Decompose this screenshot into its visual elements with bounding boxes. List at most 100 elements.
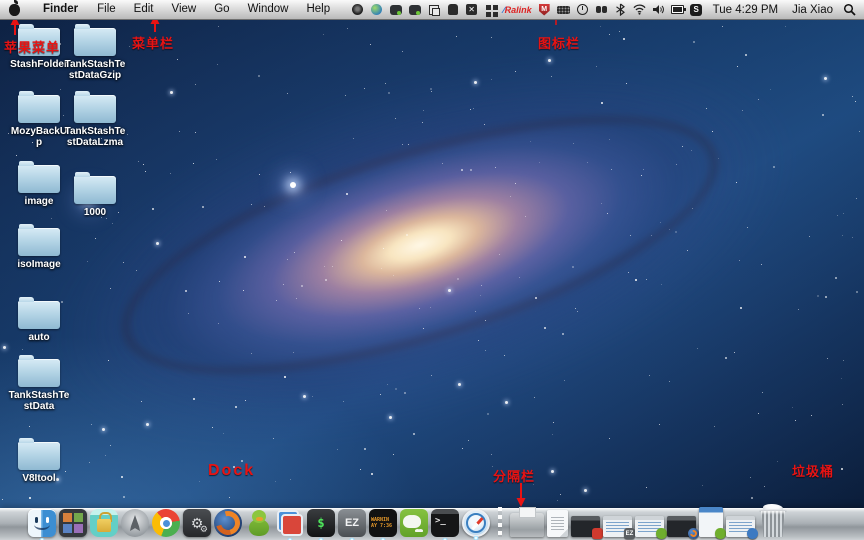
running-indicator xyxy=(403,515,418,528)
folder-label: TankStashTestData xyxy=(8,390,70,412)
desktop-folder-v8itool[interactable]: V8Itool xyxy=(8,438,70,484)
dock-minimized-window[interactable] xyxy=(699,507,723,537)
menu-finder[interactable]: Finder xyxy=(34,0,88,19)
trash-icon[interactable] xyxy=(758,506,788,537)
desktop-folder-mozybackup[interactable]: MozyBackUp xyxy=(8,91,70,148)
menu-view[interactable]: View xyxy=(163,0,206,19)
menubar-clock[interactable]: Tue 4:29 PM xyxy=(709,4,782,16)
keyboard-battery-icon[interactable] xyxy=(557,3,570,16)
app-badge xyxy=(747,528,758,539)
desktop-folder-tankstashtestdatalzma[interactable]: TankStashTestDataLzma xyxy=(64,91,126,148)
time-machine-icon[interactable] xyxy=(576,3,589,16)
dock-gears-utility-icon[interactable]: ⚙⚙ xyxy=(183,509,211,537)
dock-disk-encryption-icon[interactable] xyxy=(90,509,118,537)
folder-icon xyxy=(18,301,60,329)
hand-tool-icon[interactable] xyxy=(446,3,459,16)
folder-icon xyxy=(74,28,116,56)
binoculars-icon[interactable] xyxy=(595,3,608,16)
annotation-trash: 垃圾桶 xyxy=(792,461,834,480)
ralink-utility-label[interactable]: ∕Ralink xyxy=(503,5,532,15)
annotation-apple-menu: 苹果菜单 xyxy=(4,37,60,56)
folder-label: TankStashTestDataGzip xyxy=(64,59,126,81)
webcam-icon[interactable] xyxy=(351,3,364,16)
folder-label: V8Itool xyxy=(8,473,70,484)
annotation-icon-bar: 图标栏 xyxy=(538,33,580,52)
status-icon-tray: ✕ ∕Ralink M S Tue 4:29 PM Jia Xiao xyxy=(351,3,864,16)
dock-launchpad-icon[interactable] xyxy=(121,509,149,537)
menu-go[interactable]: Go xyxy=(205,0,238,19)
x-window-icon[interactable]: ✕ xyxy=(465,3,478,16)
mcafee-shield-icon[interactable]: M xyxy=(538,3,551,16)
folder-icon xyxy=(18,228,60,256)
dock-ez7z-icon[interactable]: EZ xyxy=(338,509,366,537)
folder-icon xyxy=(18,165,60,193)
dock-adium-icon[interactable] xyxy=(245,509,273,537)
desktop-folder-image[interactable]: image xyxy=(8,161,70,207)
apple-menu-icon[interactable] xyxy=(9,4,20,16)
menu-bar: Finder File Edit View Go Window Help ✕ ∕… xyxy=(0,0,864,20)
dock-safari-icon[interactable] xyxy=(462,509,490,537)
folder-label: auto xyxy=(8,332,70,343)
desktop-screen: Finder File Edit View Go Window Help ✕ ∕… xyxy=(0,0,864,540)
wifi-icon[interactable] xyxy=(633,3,646,16)
firefox-badge xyxy=(688,528,699,539)
dock-terminal-icon[interactable]: >_ xyxy=(431,509,459,537)
dock-evernote-icon[interactable] xyxy=(400,509,428,537)
menubar-user[interactable]: Jia Xiao xyxy=(788,4,837,16)
bluetooth-icon[interactable] xyxy=(614,3,627,16)
dock-separator[interactable] xyxy=(493,507,507,537)
sync-globe-icon[interactable] xyxy=(370,3,383,16)
bright-star xyxy=(290,182,296,188)
folder-label: StashFolder xyxy=(8,59,70,70)
desktop-folder-isoimage[interactable]: isoImage xyxy=(8,224,70,270)
annotation-menu-bar: 菜单栏 xyxy=(132,33,174,52)
running-indicator xyxy=(473,536,479,540)
folder-icon xyxy=(18,95,60,123)
app-badge xyxy=(715,528,726,539)
folder-label: isoImage xyxy=(8,259,70,270)
menu-file[interactable]: File xyxy=(88,0,125,19)
dock-firefox-icon[interactable] xyxy=(214,509,242,537)
menu-help[interactable]: Help xyxy=(297,0,339,19)
remote-agent-icon[interactable] xyxy=(408,3,421,16)
display-switch-icon[interactable] xyxy=(427,3,440,16)
menu-edit[interactable]: Edit xyxy=(125,0,163,19)
dock-photo-gallery-icon[interactable] xyxy=(59,509,87,537)
dock-printer-icon[interactable] xyxy=(510,513,544,537)
battery-icon[interactable] xyxy=(671,3,684,16)
dock-iterm-icon[interactable]: $ xyxy=(307,509,335,537)
dock-minimized-window[interactable] xyxy=(667,516,696,537)
folder-icon xyxy=(18,442,60,470)
dock: ⚙⚙ $ EZ WARNINAY 7:36 >_ EZ xyxy=(28,506,788,537)
dock-chrome-icon[interactable] xyxy=(152,509,180,537)
dock-minimized-window[interactable]: EZ xyxy=(603,516,632,537)
folder-icon xyxy=(74,95,116,123)
folder-label: image xyxy=(8,196,70,207)
dock-minimized-window[interactable] xyxy=(635,516,664,537)
dock-vmware-fusion-icon[interactable] xyxy=(276,509,304,537)
desktop-folder-tankstashtestdatagzip[interactable]: TankStashTestDataGzip xyxy=(64,24,126,81)
annotation-arrow-down xyxy=(514,483,528,508)
remote-agent-icon[interactable] xyxy=(389,3,402,16)
app-badge xyxy=(656,528,667,539)
folder-label: MozyBackUp xyxy=(8,126,70,148)
skitch-icon[interactable]: S xyxy=(690,3,703,16)
folder-label: 1000 xyxy=(64,207,126,218)
spotlight-search-icon[interactable] xyxy=(843,3,856,16)
desktop-folder-auto[interactable]: auto xyxy=(8,297,70,343)
dock-minimized-window[interactable] xyxy=(726,516,755,537)
desktop-folder-tankstashtestdata[interactable]: TankStashTestData xyxy=(8,355,70,412)
dock-minimized-window[interactable] xyxy=(571,516,600,537)
menu-window[interactable]: Window xyxy=(239,0,298,19)
dock-document-icon[interactable] xyxy=(547,510,568,537)
folder-icon xyxy=(18,359,60,387)
app-badge xyxy=(592,528,603,539)
app-badge: EZ xyxy=(624,528,635,539)
desktop-folder-1000[interactable]: 1000 xyxy=(64,172,126,218)
dock-console-log-icon[interactable]: WARNINAY 7:36 xyxy=(369,509,397,537)
dock-finder-icon[interactable] xyxy=(28,509,56,537)
volume-icon[interactable] xyxy=(652,3,665,16)
folder-label: TankStashTestDataLzma xyxy=(64,126,126,148)
grid-spaces-icon[interactable] xyxy=(484,3,497,16)
folder-icon xyxy=(74,176,116,204)
